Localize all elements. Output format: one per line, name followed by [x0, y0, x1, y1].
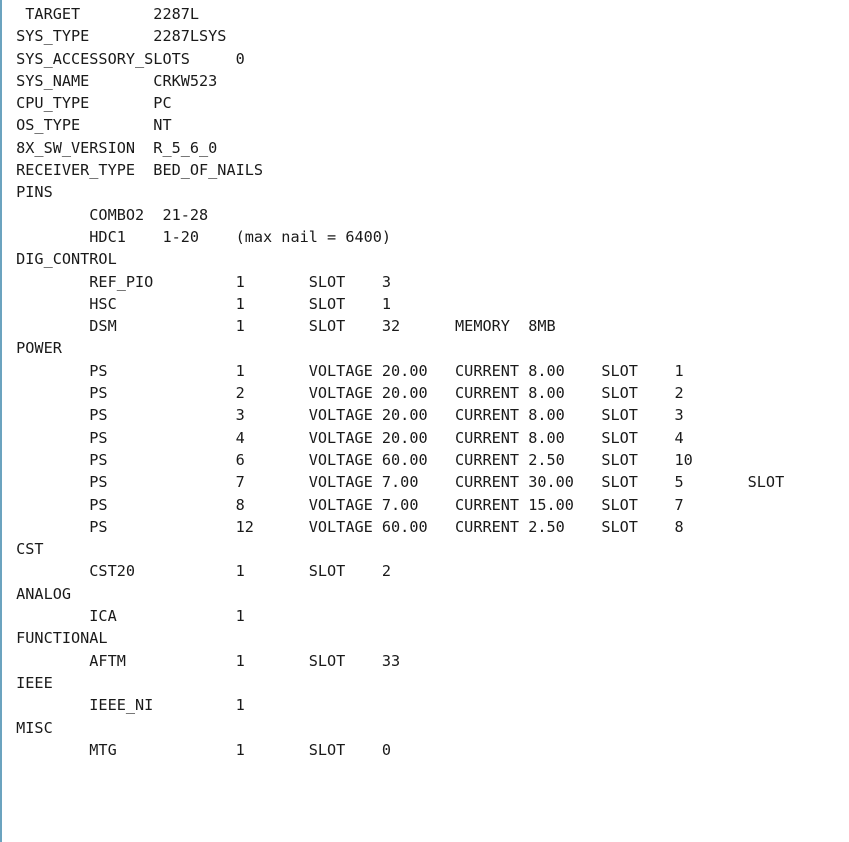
config-listing-pane: TARGET 2287L SYS_TYPE 2287LSYS SYS_ACCES…: [0, 0, 849, 842]
config-line: AFTM 1 SLOT 33: [7, 651, 401, 670]
section-heading-cst: CST: [7, 540, 44, 559]
config-line: CST20 1 SLOT 2: [7, 562, 392, 581]
config-line: PS 6 VOLTAGE 60.00 CURRENT 2.50 SLOT 10: [7, 450, 693, 469]
config-line: IEEE_NI 1: [7, 696, 245, 715]
section-heading-dig-control: DIG_CONTROL: [7, 250, 117, 269]
section-heading-power: POWER: [7, 339, 62, 358]
config-line: CPU_TYPE PC: [7, 94, 172, 113]
config-line: SYS_NAME CRKW523: [7, 71, 218, 90]
config-line: SYS_ACCESSORY_SLOTS 0: [7, 49, 245, 68]
config-line: PS 7 VOLTAGE 7.00 CURRENT 30.00 SLOT 5 S…: [7, 473, 785, 492]
config-line: PS 4 VOLTAGE 20.00 CURRENT 8.00 SLOT 4: [7, 428, 684, 447]
config-line: PS 8 VOLTAGE 7.00 CURRENT 15.00 SLOT 7: [7, 495, 684, 514]
config-line: ICA 1: [7, 607, 245, 626]
config-line: HDC1 1-20 (max nail = 6400): [7, 227, 392, 246]
section-heading-analog: ANALOG: [7, 584, 72, 603]
section-heading-pins: PINS: [7, 183, 53, 202]
config-line: 8X_SW_VERSION R_5_6_0: [7, 138, 218, 157]
config-line: SYS_TYPE 2287LSYS: [7, 27, 227, 46]
config-line: TARGET 2287L: [7, 5, 200, 23]
config-line: HSC 1 SLOT 1: [7, 294, 392, 313]
config-line: RECEIVER_TYPE BED_OF_NAILS: [7, 161, 264, 180]
config-line: MTG 1 SLOT 0: [7, 740, 392, 759]
config-line: PS 2 VOLTAGE 20.00 CURRENT 8.00 SLOT 2: [7, 384, 684, 403]
section-heading-ieee: IEEE: [7, 673, 53, 692]
section-heading-misc: MISC: [7, 718, 53, 737]
config-line: PS 1 VOLTAGE 20.00 CURRENT 8.00 SLOT 1: [7, 361, 684, 380]
config-line: COMBO2 21-28: [7, 205, 209, 224]
config-line: DSM 1 SLOT 32 MEMORY 8MB: [7, 317, 556, 336]
config-line: OS_TYPE NT: [7, 116, 172, 135]
config-line: PS 12 VOLTAGE 60.00 CURRENT 2.50 SLOT 8: [7, 517, 684, 536]
config-line: PS 3 VOLTAGE 20.00 CURRENT 8.00 SLOT 3: [7, 406, 684, 425]
config-text-block: TARGET 2287L SYS_TYPE 2287LSYS SYS_ACCES…: [2, 0, 849, 761]
section-heading-functional: FUNCTIONAL: [7, 629, 108, 648]
config-line: REF_PIO 1 SLOT 3: [7, 272, 392, 291]
